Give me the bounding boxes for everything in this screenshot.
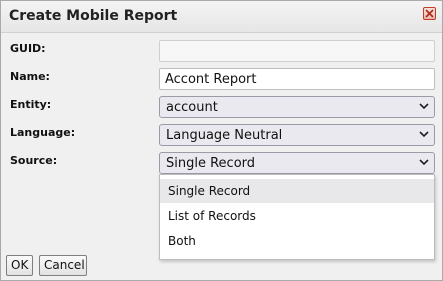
source-select[interactable]: Single Record — [159, 152, 435, 174]
source-select-value: Single Record — [166, 156, 256, 171]
chevron-down-icon — [419, 131, 429, 138]
language-label: Language: — [10, 126, 76, 139]
source-label: Source: — [10, 154, 58, 167]
create-mobile-report-dialog: Create Mobile Report GUID: Name: Accont … — [0, 0, 443, 281]
chevron-down-icon — [419, 103, 429, 110]
dropdown-option-single-record[interactable]: Single Record — [160, 179, 434, 203]
entity-label: Entity: — [10, 98, 52, 111]
close-icon — [425, 9, 434, 18]
guid-label: GUID: — [10, 42, 46, 55]
dropdown-option-both[interactable]: Both — [160, 229, 434, 253]
name-field[interactable]: Accont Report — [159, 68, 435, 90]
cancel-button[interactable]: Cancel — [39, 255, 87, 276]
dropdown-option-list-of-records[interactable]: List of Records — [160, 204, 434, 228]
entity-select[interactable]: account — [159, 96, 435, 118]
language-select-value: Language Neutral — [166, 128, 283, 143]
close-button[interactable] — [423, 7, 436, 20]
name-label: Name: — [10, 70, 50, 83]
source-dropdown-list: Single Record List of Records Both — [159, 174, 435, 260]
dialog-titlebar: Create Mobile Report — [1, 1, 442, 33]
guid-field[interactable] — [159, 40, 435, 62]
ok-button[interactable]: OK — [6, 255, 33, 276]
entity-select-value: account — [166, 100, 218, 115]
chevron-down-icon — [419, 159, 429, 166]
dialog-title: Create Mobile Report — [9, 8, 178, 24]
language-select[interactable]: Language Neutral — [159, 124, 435, 146]
